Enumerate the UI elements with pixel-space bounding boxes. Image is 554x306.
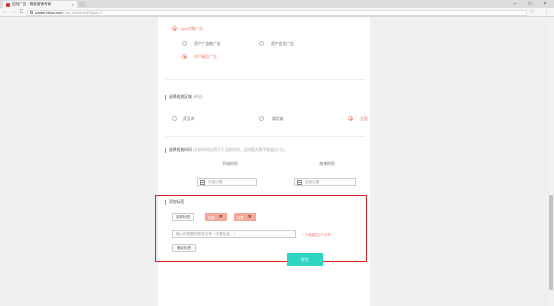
tab-title: 招伐广告 · 精准营销专家 bbox=[12, 2, 52, 6]
region-section-title: 选择投放区域 (单选) bbox=[165, 95, 203, 100]
new-tab-button[interactable] bbox=[78, 2, 87, 7]
submit-button[interactable]: 提交 bbox=[287, 253, 323, 266]
region-radio-wuhan[interactable] bbox=[172, 116, 177, 121]
region-radio-hubei[interactable] bbox=[259, 116, 264, 121]
region-radio-national[interactable] bbox=[348, 116, 353, 121]
maximize-button[interactable]: □ bbox=[523, 0, 537, 8]
page-viewport bbox=[0, 17, 554, 306]
ad-type-option-1: 资产广告推广告 bbox=[194, 41, 221, 46]
calendar-icon bbox=[297, 179, 302, 185]
region-hint: (单选) bbox=[192, 95, 203, 99]
selected-tag-label: 标签 bbox=[237, 215, 244, 220]
start-date-placeholder: 开始日期 bbox=[208, 179, 223, 184]
select-tags-button[interactable]: 选择标签 bbox=[172, 213, 194, 221]
tag-name-input[interactable]: 输入你想要的标签名称（不要包含，） bbox=[172, 230, 296, 238]
section-divider bbox=[165, 79, 365, 80]
remove-tag-icon[interactable]: ✕ bbox=[218, 214, 224, 220]
ad-type-option-3: 资产精品广告 bbox=[194, 54, 217, 59]
url-path: /ad_server/init?type=1 bbox=[64, 10, 103, 15]
selected-tag: 标签 ✕ bbox=[205, 213, 227, 221]
back-button[interactable]: ← bbox=[2, 9, 9, 16]
url-host: center.bbcs.com bbox=[35, 10, 63, 15]
site-favicon-icon bbox=[6, 2, 10, 7]
window-close-button[interactable]: × bbox=[538, 0, 552, 8]
confirm-tag-button[interactable]: 确定标签 bbox=[172, 244, 196, 252]
tab-bar: 招伐广告 · 精准营销专家 × – □ × bbox=[0, 0, 554, 8]
start-time-label: 开始时间 bbox=[222, 162, 238, 166]
page-info-icon[interactable] bbox=[30, 11, 33, 14]
selected-tag: 标签 ✕ bbox=[234, 213, 256, 221]
region-option-hubei: 湖北省 bbox=[272, 116, 284, 121]
minimize-button[interactable]: – bbox=[508, 0, 522, 8]
tab-close-icon[interactable]: × bbox=[72, 2, 74, 7]
time-section-title: 选择投放时间 (开始时间必须大于当前时间，且间隔天数不能超过7天) bbox=[165, 148, 285, 153]
region-title-text: 选择投放区域 bbox=[169, 95, 192, 99]
bookmark-star-icon[interactable]: ☆ bbox=[530, 9, 534, 16]
reload-button[interactable]: C bbox=[18, 9, 25, 16]
ad-type-radio-3[interactable] bbox=[182, 54, 187, 59]
browser-tab[interactable]: 招伐广告 · 精准营销专家 × bbox=[3, 1, 77, 8]
end-date-placeholder: 结束日期 bbox=[305, 179, 320, 184]
time-hint: (开始时间必须大于当前时间，且间隔天数不能超过7天) bbox=[192, 148, 285, 152]
browser-menu-icon[interactable]: ⋮ bbox=[544, 9, 549, 16]
end-time-label: 结束时间 bbox=[319, 162, 335, 166]
url-input[interactable]: center.bbcs.com/ad_server/init?type=1 bbox=[27, 9, 527, 16]
address-bar: ← → C center.bbcs.com/ad_server/init?typ… bbox=[0, 8, 554, 17]
calendar-icon bbox=[200, 179, 205, 185]
page-scrollbar-thumb[interactable] bbox=[549, 195, 553, 290]
ad-type-group-radio[interactable] bbox=[172, 26, 177, 31]
selected-tag-label: 标签 bbox=[208, 215, 215, 220]
start-date-picker[interactable]: 开始日期 bbox=[197, 178, 257, 186]
end-date-picker[interactable]: 结束日期 bbox=[294, 178, 356, 186]
time-title-text: 选择投放时间 bbox=[169, 148, 192, 152]
ad-type-radio-1[interactable] bbox=[182, 41, 187, 46]
tag-length-hint: * 不能超过5个字符 bbox=[303, 233, 331, 237]
tags-section-title: 添加标签 bbox=[165, 200, 184, 205]
ad-type-group-label: App内推广告 bbox=[181, 26, 203, 31]
section-divider bbox=[165, 136, 365, 137]
region-option-national: 全国 bbox=[360, 116, 368, 121]
region-option-wuhan: 武汉市 bbox=[183, 116, 195, 121]
ad-type-radio-2[interactable] bbox=[259, 41, 264, 46]
forward-button[interactable]: → bbox=[10, 9, 17, 16]
ad-type-option-2: 资产会员广告 bbox=[271, 41, 294, 46]
remove-tag-icon[interactable]: ✕ bbox=[247, 214, 253, 220]
